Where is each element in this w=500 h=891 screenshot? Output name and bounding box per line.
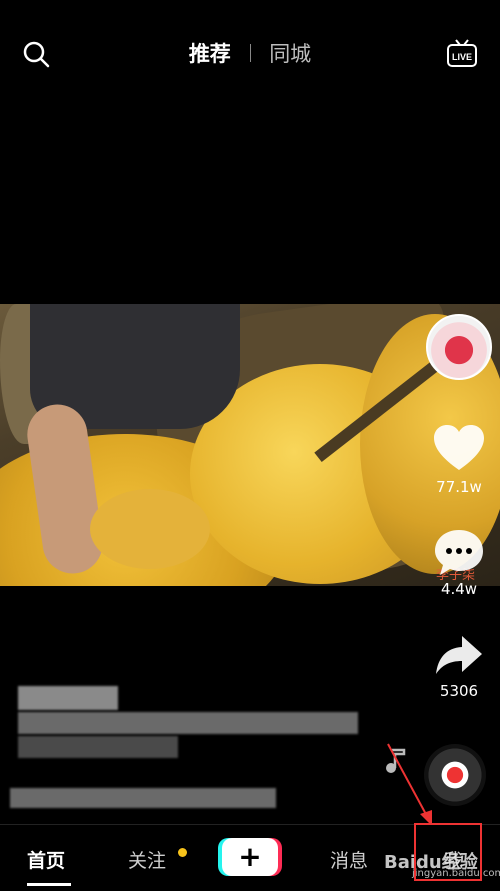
video-frame[interactable]: 李子柒 [0,304,500,586]
music-title-blurred [10,788,276,808]
nav-home-indicator [27,883,71,886]
nav-messages[interactable]: 消息 [330,846,368,873]
comment-count: 4.4w [440,580,478,598]
annotation-arrow [387,743,432,826]
comment-icon[interactable] [432,526,486,580]
tab-divider [249,44,251,62]
tab-nearby[interactable]: 同城 [269,38,311,68]
nav-follow[interactable]: 关注 [128,846,166,873]
live-label: LIVE [452,52,472,62]
annotation-highlight-box [414,823,482,881]
author-avatar[interactable] [426,314,492,380]
live-icon[interactable]: LIVE [446,38,478,68]
heart-icon[interactable] [432,422,486,476]
top-tabs: 推荐 同城 [0,38,500,72]
caption-blurred-2 [18,736,178,758]
like-count: 77.1w [436,478,482,496]
caption-blurred [18,712,358,734]
create-button[interactable]: + [222,838,278,876]
tab-recommend[interactable]: 推荐 [189,38,231,68]
author-name-blurred [18,686,118,710]
nav-home[interactable]: 首页 [27,846,65,873]
share-icon[interactable] [432,628,486,682]
follow-notification-dot [178,848,187,857]
share-count: 5306 [439,682,479,700]
